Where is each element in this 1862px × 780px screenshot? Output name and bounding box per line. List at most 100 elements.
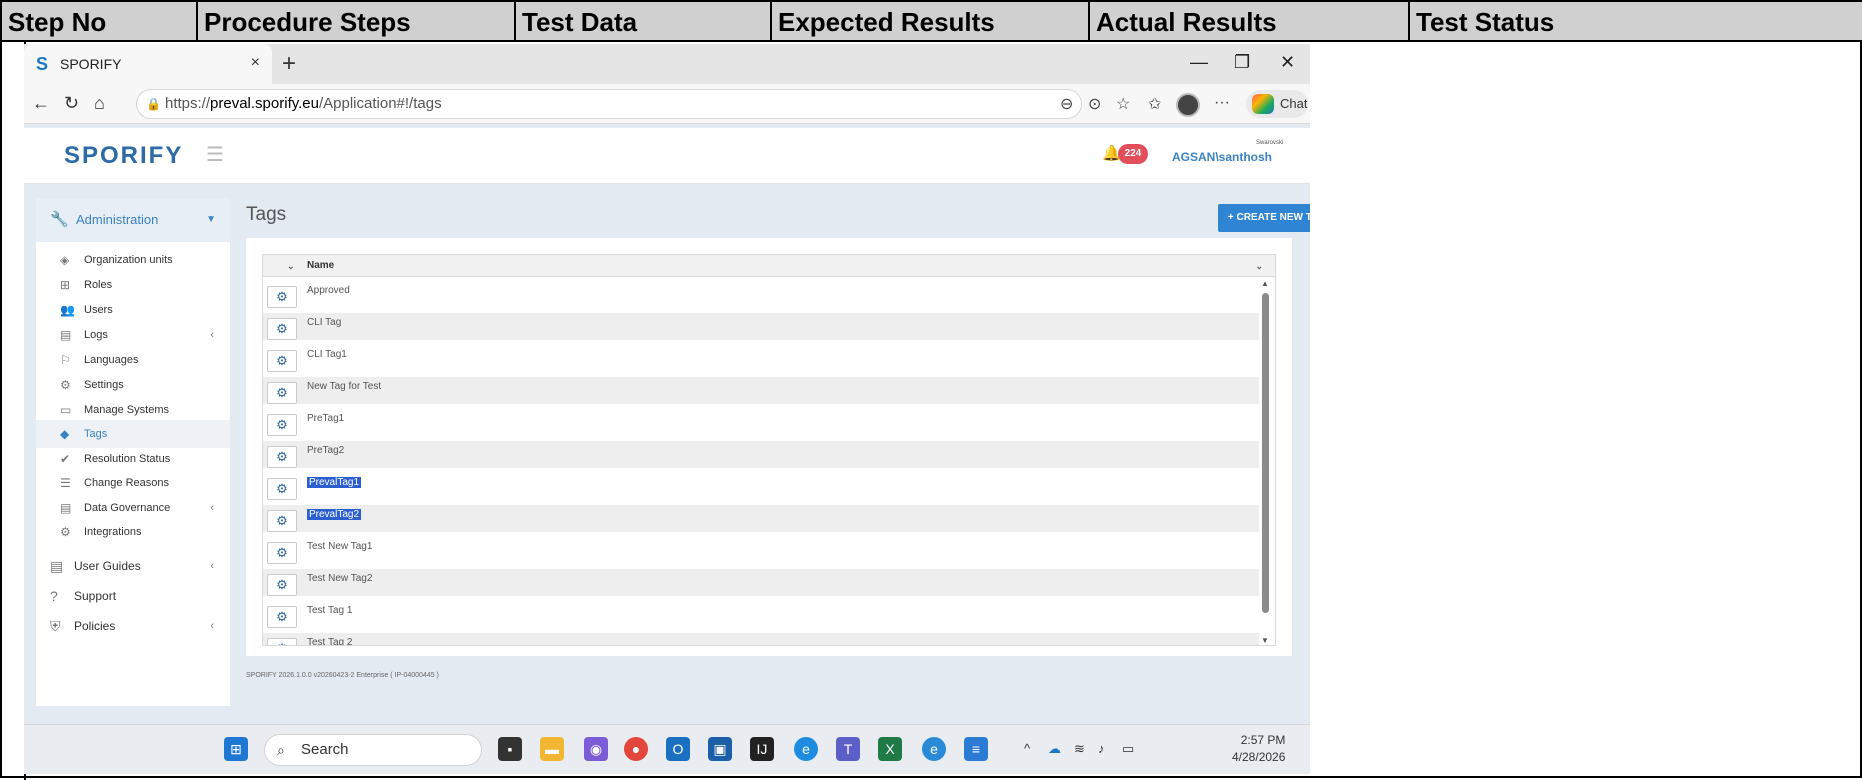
table-row[interactable]: ⚙ CLI Tag1 — [263, 345, 1259, 372]
zoom-out-icon[interactable]: ⊖ — [1060, 94, 1073, 114]
home-icon[interactable]: ⌂ — [94, 93, 105, 114]
hamburger-menu-icon[interactable]: ☰ — [206, 142, 224, 167]
sidebar-item-administration[interactable]: 🔧 Administration ▼ — [36, 198, 230, 242]
layers-icon: ◈ — [60, 253, 70, 267]
sidebar-item-policies[interactable]: ⛨ Policies ‹ — [36, 612, 230, 640]
minimize-icon[interactable]: — — [1190, 52, 1208, 73]
table-row[interactable]: ⚙ Test New Tag2 — [263, 569, 1259, 596]
scroll-down-arrow-icon[interactable]: ▼ — [1261, 636, 1269, 645]
settings-menu-icon[interactable]: ··· — [1214, 94, 1230, 112]
main-content: Tags + CREATE NEW TAG ⌄ Name ⌄ ⚙ Approved… — [246, 198, 1310, 706]
table-row[interactable]: ⚙ PrevalTag2 — [263, 505, 1259, 532]
column-menu-chevron-icon[interactable]: ⌄ — [1255, 255, 1263, 277]
row-settings-gear-icon[interactable]: ⚙ — [267, 606, 297, 628]
onedrive-icon[interactable]: ☁ — [1048, 741, 1061, 757]
excel-icon[interactable]: X — [878, 737, 902, 761]
scroll-thumb[interactable] — [1262, 293, 1269, 613]
taskbar-clock[interactable]: 2:57 PM 4/28/2026 — [1232, 732, 1285, 766]
row-settings-gear-icon[interactable]: ⚙ — [267, 318, 297, 340]
grid-scrollbar[interactable]: ▲ ▼ — [1259, 277, 1273, 645]
name-column-header[interactable]: Name — [307, 255, 334, 277]
file-explorer-icon[interactable]: ▬ — [540, 737, 564, 761]
table-row[interactable]: ⚙ Test Tag 2 — [263, 633, 1259, 645]
table-row[interactable]: ⚙ CLI Tag — [263, 313, 1259, 340]
sidebar-item-users[interactable]: 👥 Users — [36, 296, 230, 324]
battery-icon[interactable]: ▭ — [1122, 741, 1134, 757]
sidebar-item-logs[interactable]: ▤ Logs ‹ — [36, 321, 230, 349]
edge-dev-icon[interactable]: e — [922, 737, 946, 761]
close-window-icon[interactable]: ✕ — [1280, 52, 1295, 73]
tags-grid: ⌄ Name ⌄ ⚙ Approved ⚙ CLI Tag ⚙ CLI Tag1 ⚙ New … — [262, 254, 1276, 646]
book-icon: ▤ — [60, 328, 72, 342]
chrome-icon[interactable]: ● — [624, 737, 648, 761]
select-all-chevron-icon[interactable]: ⌄ — [287, 255, 295, 277]
edge-icon[interactable]: e — [794, 737, 818, 761]
url-field[interactable]: 🔒 https://preval.sporify.eu/Application#!… — [136, 89, 1082, 119]
new-tab-button[interactable]: + — [282, 50, 296, 78]
sidebar-item-change-reasons[interactable]: ☰ Change Reasons — [36, 469, 230, 497]
roles-icon: ⊞ — [60, 278, 71, 292]
sidebar-item-organization-units[interactable]: ◈ Organization units — [36, 246, 230, 274]
sidebar-item-integrations[interactable]: ⚙ Integrations — [36, 518, 230, 546]
sidebar-item-languages[interactable]: ⚐ Languages — [36, 346, 230, 374]
tag-name: PreTag1 — [307, 413, 345, 424]
favorites-icon[interactable]: ✩ — [1148, 94, 1161, 114]
notepad-icon[interactable]: ≡ — [964, 737, 988, 761]
outlook-icon[interactable]: O — [666, 737, 690, 761]
volume-icon[interactable]: ♪ — [1098, 741, 1105, 756]
store-icon[interactable]: ▣ — [708, 737, 732, 761]
sporify-logo[interactable]: SPORIFY — [64, 142, 183, 170]
tags-panel: ⌄ Name ⌄ ⚙ Approved ⚙ CLI Tag ⚙ CLI Tag1 ⚙ New … — [246, 238, 1292, 656]
sporify-favicon-icon: S — [36, 54, 49, 74]
teams-icon[interactable]: T — [836, 737, 860, 761]
row-settings-gear-icon[interactable]: ⚙ — [267, 510, 297, 532]
wifi-icon[interactable]: ≋ — [1074, 741, 1085, 757]
row-settings-gear-icon[interactable]: ⚙ — [267, 382, 297, 404]
row-settings-gear-icon[interactable]: ⚙ — [267, 350, 297, 372]
table-row[interactable]: ⚙ PreTag1 — [263, 409, 1259, 436]
create-new-tag-button[interactable]: + CREATE NEW TAG — [1218, 204, 1310, 232]
windows-start-icon[interactable]: ⊞ — [224, 737, 248, 761]
row-settings-gear-icon[interactable]: ⚙ — [267, 446, 297, 468]
taskbar-search[interactable]: ⌕ Search — [264, 734, 482, 766]
tag-name: Test New Tag1 — [307, 541, 373, 552]
show-hidden-icons-icon[interactable]: ^ — [1024, 741, 1030, 756]
copilot-icon — [1252, 94, 1274, 114]
tab-close-icon[interactable]: × — [251, 54, 260, 72]
chat-button[interactable]: Chat — [1246, 90, 1308, 118]
sidebar-item-settings[interactable]: ⚙ Settings — [36, 371, 230, 399]
table-row[interactable]: ⚙ New Tag for Test — [263, 377, 1259, 404]
favorite-star-icon[interactable]: ☆ — [1116, 94, 1130, 114]
row-settings-gear-icon[interactable]: ⚙ — [267, 542, 297, 564]
row-settings-gear-icon[interactable]: ⚙ — [267, 286, 297, 308]
m365-icon[interactable]: ◉ — [584, 737, 608, 761]
table-row[interactable]: ⚙ PrevalTag1 — [263, 473, 1259, 500]
scroll-up-arrow-icon[interactable]: ▲ — [1261, 279, 1269, 288]
task-view-icon[interactable]: ▪ — [498, 737, 522, 761]
sidebar-item-support[interactable]: ? Support — [36, 582, 230, 610]
sidebar-item-roles[interactable]: ⊞ Roles — [36, 271, 230, 299]
table-row[interactable]: ⚙ Approved — [263, 281, 1259, 308]
row-settings-gear-icon[interactable]: ⚙ — [267, 414, 297, 436]
intellij-icon[interactable]: IJ — [750, 737, 774, 761]
header-actual-results: Actual Results — [1090, 2, 1410, 40]
row-settings-gear-icon[interactable]: ⚙ — [267, 638, 297, 645]
header-step-no: Step No — [2, 2, 198, 40]
chevron-left-icon: ‹ — [210, 329, 214, 341]
row-settings-gear-icon[interactable]: ⚙ — [267, 574, 297, 596]
tag-name: CLI Tag1 — [307, 349, 347, 360]
more-options-icon[interactable]: ⊙ — [1088, 94, 1101, 114]
sidebar-item-tags[interactable]: ◆ Tags — [36, 420, 230, 448]
back-icon[interactable]: ← — [32, 93, 50, 114]
row-settings-gear-icon[interactable]: ⚙ — [267, 478, 297, 500]
profile-avatar[interactable] — [1176, 93, 1200, 117]
table-row[interactable]: ⚙ Test New Tag1 — [263, 537, 1259, 564]
table-row[interactable]: ⚙ PreTag2 — [263, 441, 1259, 468]
table-row[interactable]: ⚙ Test Tag 1 — [263, 601, 1259, 628]
refresh-icon[interactable]: ↻ — [64, 93, 79, 114]
gear-icon: ⚙ — [60, 378, 71, 392]
notification-badge[interactable]: 224 — [1118, 144, 1148, 164]
restore-icon[interactable]: ❐ — [1234, 52, 1250, 73]
browser-tab[interactable]: S SPORIFY × — [24, 44, 272, 84]
sidebar-item-user-guides[interactable]: ▤ User Guides ‹ — [36, 552, 230, 580]
